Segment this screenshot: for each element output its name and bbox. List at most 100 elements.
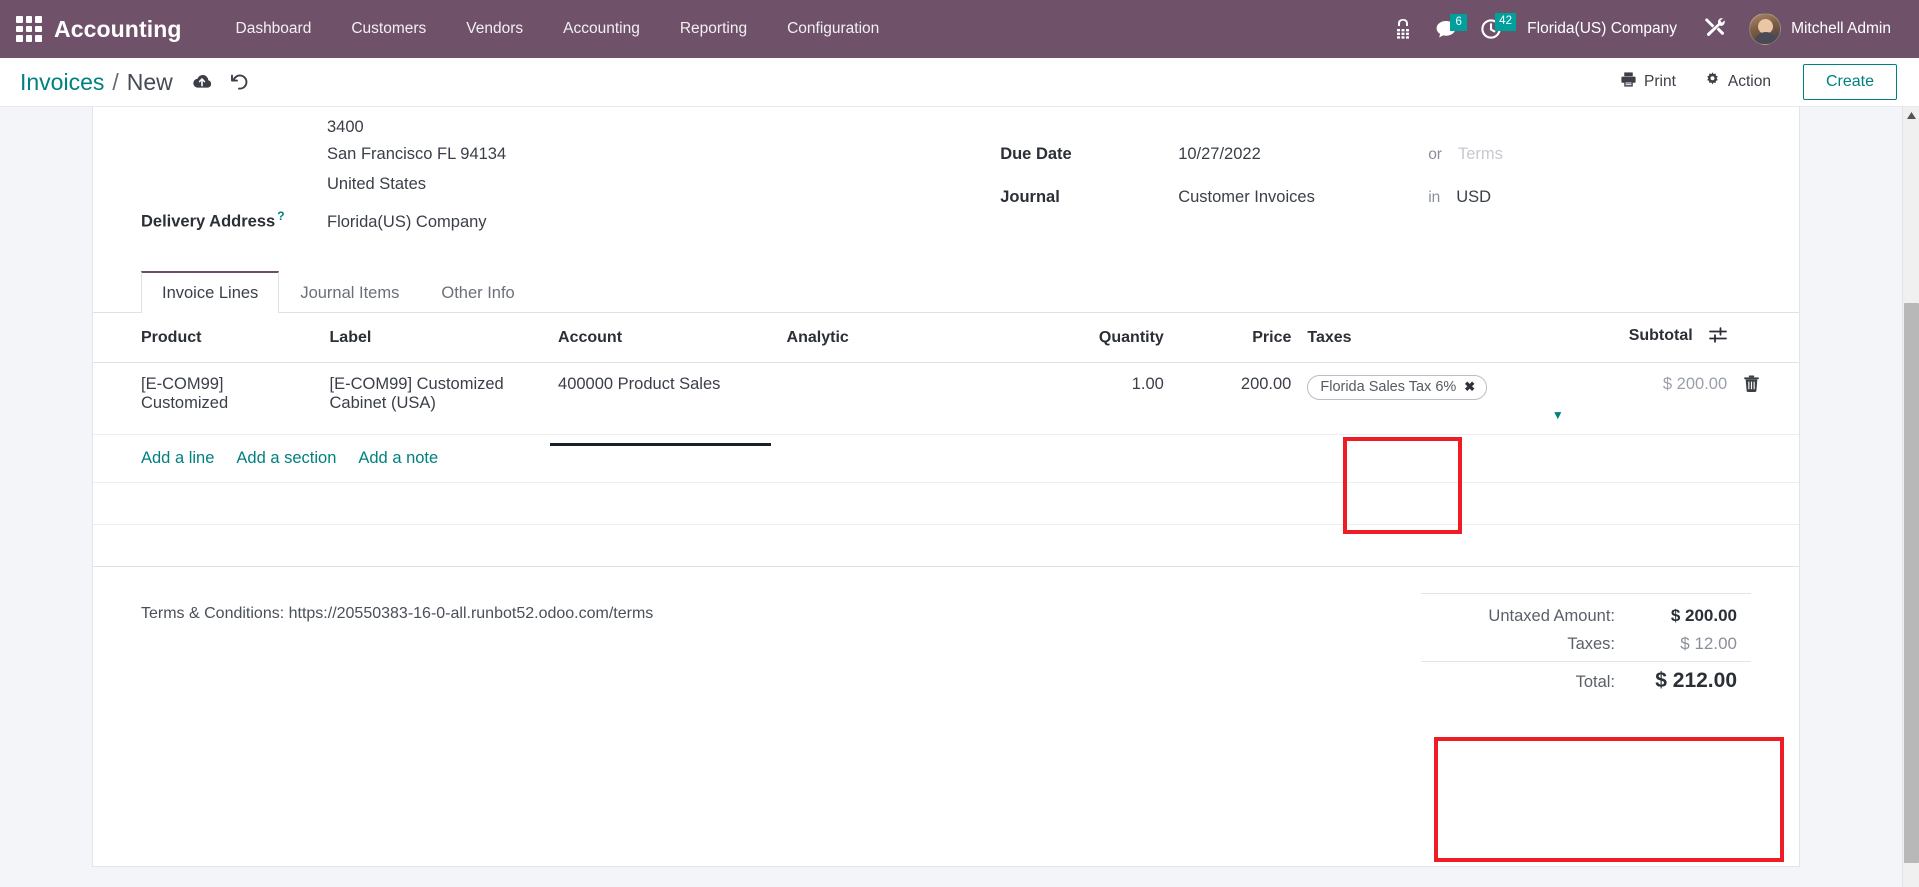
cell-account-text: 400000 Product Sales: [558, 375, 721, 393]
address-line-1: 3400: [327, 119, 364, 136]
cell-product[interactable]: [E-COM99] Customized: [93, 362, 322, 435]
add-a-note-button[interactable]: Add a note: [358, 449, 438, 468]
total-value: $ 212.00: [1655, 669, 1737, 692]
empty-cell-1: [93, 482, 1799, 525]
partner-address-block: 3400 San Francisco FL 94134 United State…: [327, 119, 978, 199]
menu-item-customers[interactable]: Customers: [331, 12, 446, 46]
journal-value[interactable]: Customer Invoices: [1178, 188, 1428, 207]
invoice-header-fields: 3400 San Francisco FL 94134 United State…: [93, 107, 1799, 250]
table-row[interactable]: [E-COM99] Customized [E-COM99] Customize…: [93, 362, 1799, 446]
chat-bubble-icon[interactable]: 6: [1424, 13, 1469, 46]
terms-and-conditions[interactable]: Terms & Conditions: https://20550383-16-…: [141, 593, 1421, 623]
add-links-group: Add a line Add a section Add a note: [101, 449, 1791, 468]
cloud-upload-icon[interactable]: [191, 73, 213, 91]
total-row: Total: $ 212.00: [1421, 661, 1751, 697]
activities-badge: 42: [1495, 13, 1516, 31]
tab-invoice-lines[interactable]: Invoice Lines: [141, 271, 280, 313]
cell-quantity[interactable]: 1.00: [1023, 362, 1172, 435]
close-x-icon[interactable]: ✖: [1464, 379, 1475, 395]
untaxed-amount-value: $ 200.00: [1670, 606, 1737, 625]
due-date-row: Due Date 10/27/2022 or Terms: [1000, 145, 1751, 178]
column-header-account: Account: [550, 313, 779, 363]
action-button[interactable]: Action: [1690, 64, 1785, 100]
journal-label: Journal: [1000, 188, 1060, 206]
notebook-tabs: Invoice Lines Journal Items Other Info: [93, 270, 1799, 313]
empty-row-1: [93, 482, 1799, 525]
delivery-address-row: Delivery Address? Florida(US) Company: [141, 209, 978, 242]
invoice-footer: Terms & Conditions: https://20550383-16-…: [93, 567, 1799, 697]
wrench-screwdriver-icon[interactable]: [1691, 9, 1739, 50]
printer-icon: [1620, 71, 1637, 93]
add-a-line-button[interactable]: Add a line: [141, 449, 214, 468]
cell-delete[interactable]: [1735, 362, 1799, 435]
delivery-address-label-text: Delivery Address: [141, 212, 276, 231]
help-tooltip-icon[interactable]: ?: [277, 209, 284, 223]
menu-item-vendors[interactable]: Vendors: [446, 12, 543, 46]
app-brand-title[interactable]: Accounting: [54, 16, 182, 43]
cell-subtotal-value: $ 200.00: [1662, 375, 1728, 393]
print-button[interactable]: Print: [1606, 64, 1690, 100]
column-header-subtotal-text: Subtotal: [1628, 327, 1693, 344]
company-switcher[interactable]: Florida(US) Company: [1513, 12, 1691, 46]
header-left-column: 3400 San Francisco FL 94134 United State…: [141, 119, 978, 250]
sliders-icon[interactable]: [1709, 327, 1728, 348]
add-a-section-button[interactable]: Add a section: [236, 449, 336, 468]
currency-value[interactable]: USD: [1456, 188, 1491, 207]
cell-analytic[interactable]: [778, 362, 1024, 435]
cell-subtotal: $ 200.00: [1575, 362, 1736, 435]
menu-item-reporting[interactable]: Reporting: [660, 12, 767, 46]
untaxed-amount-row: Untaxed Amount: $ 200.00: [1421, 602, 1751, 630]
add-line-row: Add a line Add a section Add a note: [93, 434, 1799, 483]
control-panel: Invoices / New Print Action Create: [0, 58, 1919, 107]
add-line-cell: Add a line Add a section Add a note: [93, 434, 1799, 483]
menu-item-dashboard[interactable]: Dashboard: [216, 12, 332, 46]
menu-item-configuration[interactable]: Configuration: [767, 12, 899, 46]
breadcrumb-current-record: New: [126, 68, 173, 95]
apps-grid-icon[interactable]: [16, 16, 42, 42]
journal-row: Journal Customer Invoices in USD: [1000, 188, 1751, 221]
tax-tag-label: Florida Sales Tax 6%: [1320, 379, 1457, 395]
total-label: Total:: [1575, 673, 1615, 691]
breadcrumb-separator: /: [112, 68, 119, 95]
clock-icon[interactable]: 42: [1469, 12, 1516, 46]
cell-account[interactable]: 400000 Product Sales: [550, 362, 779, 446]
tax-tag[interactable]: Florida Sales Tax 6% ✖: [1307, 375, 1488, 400]
column-header-quantity: Quantity: [1023, 313, 1172, 363]
control-panel-buttons: Print Action Create: [1606, 64, 1897, 100]
vertical-scrollbar[interactable]: [1902, 107, 1919, 887]
column-header-actions: [1735, 313, 1799, 363]
action-label: Action: [1727, 73, 1771, 90]
user-menu[interactable]: Mitchell Admin: [1739, 9, 1897, 49]
due-date-value[interactable]: 10/27/2022: [1178, 145, 1428, 164]
scroll-up-arrow-icon[interactable]: [1903, 107, 1919, 124]
lines-table-head: Product Label Account Analytic Quantity …: [93, 313, 1799, 363]
cell-label[interactable]: [E-COM99] Customized Cabinet (USA): [321, 362, 551, 435]
taxes-row: Taxes: $ 12.00: [1421, 630, 1751, 658]
avatar: [1749, 13, 1782, 45]
create-button[interactable]: Create: [1802, 64, 1897, 100]
payment-terms-field[interactable]: Terms: [1458, 145, 1503, 164]
tab-other-info[interactable]: Other Info: [420, 272, 535, 313]
breadcrumb-invoices[interactable]: Invoices: [20, 69, 104, 96]
delivery-address-value[interactable]: Florida(US) Company: [327, 213, 487, 232]
tab-journal-items[interactable]: Journal Items: [279, 272, 420, 313]
caret-down-icon[interactable]: ▼: [1307, 408, 1567, 422]
print-label: Print: [1644, 73, 1676, 90]
taxes-value: $ 12.00: [1680, 634, 1737, 653]
invoice-sheet: 3400 San Francisco FL 94134 United State…: [92, 107, 1800, 867]
menu-item-accounting[interactable]: Accounting: [543, 12, 660, 46]
phone-dialpad-icon[interactable]: [1382, 12, 1424, 46]
lines-header-row: Product Label Account Analytic Quantity …: [93, 313, 1799, 363]
cell-price[interactable]: 200.00: [1171, 362, 1300, 435]
totals-block: Untaxed Amount: $ 200.00 Taxes: $ 12.00 …: [1421, 593, 1751, 697]
column-header-label: Label: [321, 313, 551, 363]
scrollbar-thumb[interactable]: [1904, 303, 1919, 863]
main-menu: Dashboard Customers Vendors Accounting R…: [216, 12, 900, 46]
column-header-subtotal: Subtotal: [1575, 313, 1736, 363]
undo-icon[interactable]: [229, 73, 249, 91]
address-line-2: San Francisco FL 94134: [327, 145, 507, 163]
trash-icon[interactable]: [1743, 375, 1760, 397]
gear-icon: [1704, 71, 1721, 93]
cell-taxes[interactable]: Florida Sales Tax 6% ✖ ▼: [1299, 362, 1576, 435]
address-line-3: United States: [327, 175, 427, 193]
